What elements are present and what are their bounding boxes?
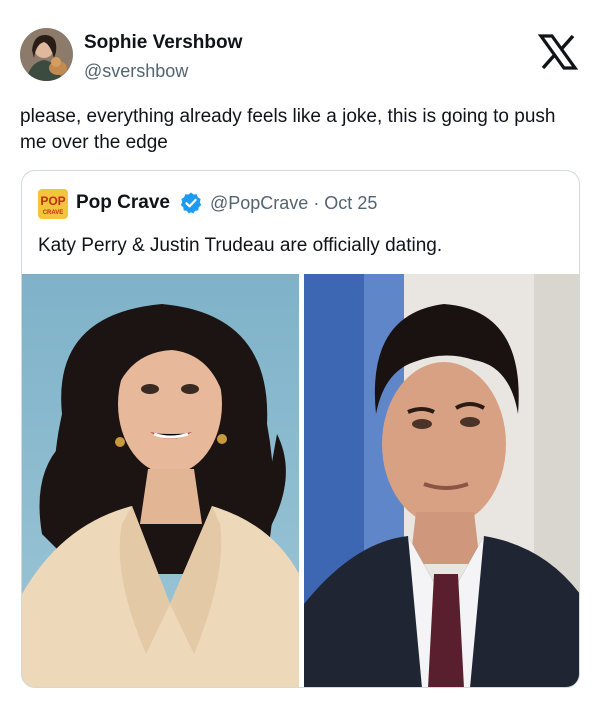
quoted-tweet[interactable]: POP CRAVE Pop Crave @PopCrave · Oct 25 K… <box>21 170 580 688</box>
author-avatar[interactable] <box>20 28 73 81</box>
author-handle[interactable]: @svershbow <box>84 61 188 82</box>
pop-crave-logo[interactable]: POP CRAVE <box>38 189 68 219</box>
photo-justin-trudeau[interactable] <box>304 274 579 687</box>
tweet-text: please, everything already feels like a … <box>20 106 556 153</box>
photo-katy-perry[interactable] <box>22 274 299 687</box>
tweet-card: Sophie Vershbow @svershbow please, every… <box>0 0 599 722</box>
author-name[interactable]: Sophie Vershbow <box>84 32 242 54</box>
logo-text-bottom: CRAVE <box>43 210 64 216</box>
logo-text-top: POP <box>40 194 65 208</box>
quoted-text: Katy Perry & Justin Trudeau are official… <box>38 235 443 256</box>
quoted-author-handle[interactable]: @PopCrave · Oct 25 <box>210 193 377 214</box>
x-logo-icon[interactable] <box>537 34 579 70</box>
quoted-author-name[interactable]: Pop Crave <box>76 192 170 214</box>
verified-badge-icon <box>179 191 203 215</box>
